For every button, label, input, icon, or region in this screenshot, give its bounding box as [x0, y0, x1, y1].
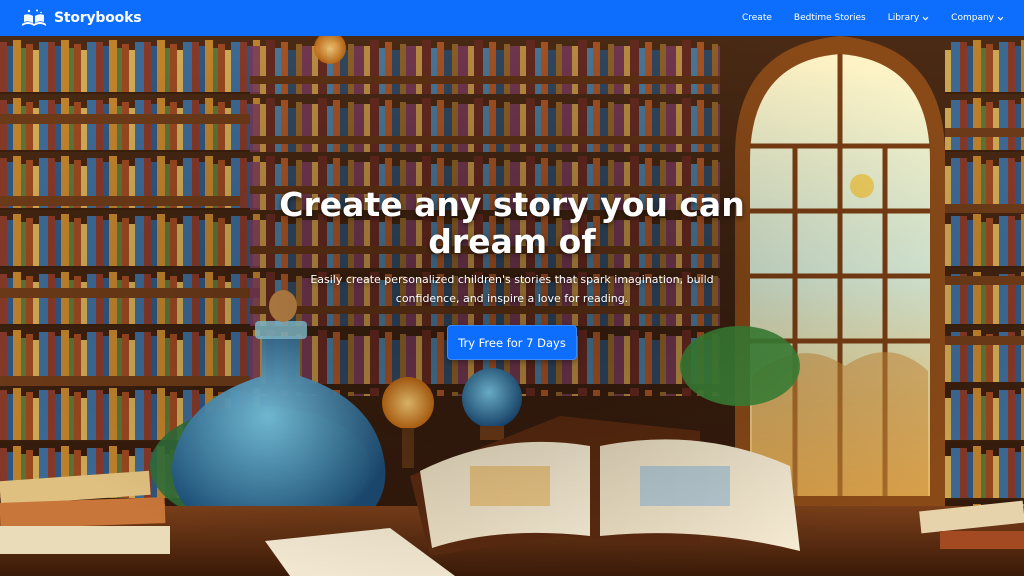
hero-subtitle: Easily create personalized children's st…: [310, 273, 714, 305]
brand-name: Storybooks: [54, 10, 142, 26]
brand-link[interactable]: Storybooks: [20, 8, 142, 28]
nav-dropdown-library[interactable]: Library: [888, 13, 929, 23]
chevron-down-icon: [997, 16, 1004, 21]
nav-link-label: Library: [887, 13, 920, 23]
nav-link-create[interactable]: Create: [742, 13, 772, 23]
hero-content: Create any story you can dream of Easily…: [0, 186, 1024, 360]
nav-link-label: Bedtime Stories: [793, 13, 866, 23]
try-free-button[interactable]: Try Free for 7 Days: [447, 325, 577, 360]
nav-link-label: Create: [741, 13, 772, 23]
nav-link-label: Company: [951, 13, 994, 23]
nav-dropdown-company[interactable]: Company: [951, 13, 1004, 23]
nav-links: Create Bedtime Stories Library Company: [742, 13, 1004, 23]
hero-title: Create any story you can dream of: [279, 185, 745, 261]
nav-link-bedtime-stories[interactable]: Bedtime Stories: [794, 13, 866, 23]
book-logo-icon: [20, 8, 48, 28]
navbar: Storybooks Create Bedtime Stories Librar…: [0, 0, 1024, 36]
chevron-down-icon: [922, 16, 929, 21]
hero-section: Create any story you can dream of Easily…: [0, 36, 1024, 576]
